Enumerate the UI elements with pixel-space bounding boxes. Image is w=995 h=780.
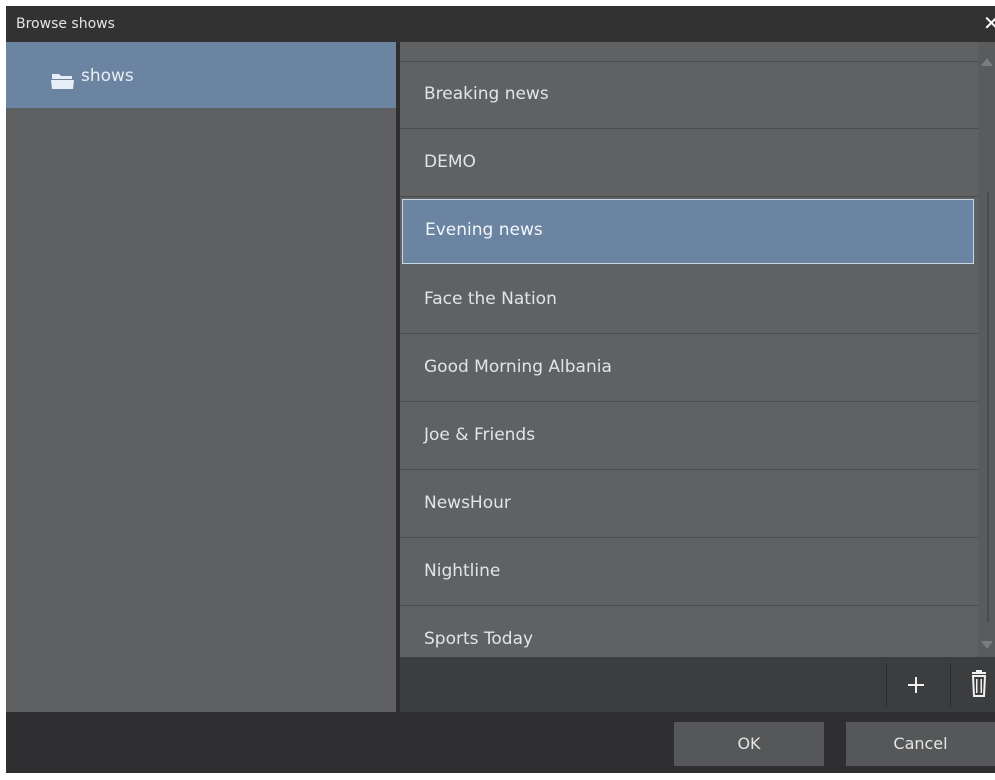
dialog-footer: OK Cancel bbox=[6, 712, 995, 773]
trash-icon[interactable] bbox=[965, 669, 993, 699]
list-scrollbar[interactable] bbox=[978, 42, 995, 657]
toolbar-separator bbox=[950, 663, 951, 707]
list-toolbar bbox=[400, 657, 995, 712]
list-item[interactable]: DEMO bbox=[400, 130, 978, 197]
scroll-down-arrow-icon[interactable] bbox=[981, 641, 993, 649]
list-item-label: Joe & Friends bbox=[424, 425, 536, 445]
scroll-up-arrow-icon[interactable] bbox=[981, 58, 993, 66]
plus-icon[interactable] bbox=[894, 667, 938, 703]
toolbar-separator bbox=[886, 663, 887, 707]
list-item[interactable]: Good Morning Albania bbox=[400, 335, 978, 402]
scroll-thumb[interactable] bbox=[987, 192, 989, 622]
list-item-label: DEMO bbox=[424, 152, 476, 172]
list-item-selected[interactable]: Evening news bbox=[402, 199, 974, 264]
browse-shows-dialog: Browse shows ✕ shows Breaking news DEMO … bbox=[6, 6, 995, 773]
close-icon[interactable]: ✕ bbox=[983, 13, 995, 33]
list-item[interactable]: Face the Nation bbox=[400, 267, 978, 334]
shows-list: Breaking news DEMO Evening news Face the… bbox=[400, 42, 978, 657]
window-title: Browse shows bbox=[16, 16, 115, 32]
tree-item-label: shows bbox=[81, 66, 134, 86]
list-item[interactable]: Sports Today bbox=[400, 607, 978, 657]
folder-tree: shows bbox=[6, 42, 396, 712]
cancel-button[interactable]: Cancel bbox=[846, 722, 995, 766]
list-top-partial-row bbox=[400, 42, 978, 62]
list-item-label: Face the Nation bbox=[424, 289, 557, 309]
ok-button[interactable]: OK bbox=[674, 722, 824, 766]
list-item[interactable]: Breaking news bbox=[400, 62, 978, 129]
list-item[interactable]: NewsHour bbox=[400, 471, 978, 538]
list-item-label: Nightline bbox=[424, 561, 501, 581]
list-item-label: Evening news bbox=[425, 220, 543, 240]
list-item-label: Sports Today bbox=[424, 629, 534, 649]
list-item-label: Breaking news bbox=[424, 84, 549, 104]
list-item-label: NewsHour bbox=[424, 493, 511, 513]
list-item[interactable]: Joe & Friends bbox=[400, 403, 978, 470]
title-bar: Browse shows ✕ bbox=[6, 6, 995, 42]
tree-item-shows[interactable]: shows bbox=[6, 42, 396, 108]
folder-open-icon bbox=[51, 74, 74, 89]
list-item[interactable]: Nightline bbox=[400, 539, 978, 606]
list-item-label: Good Morning Albania bbox=[424, 357, 612, 377]
